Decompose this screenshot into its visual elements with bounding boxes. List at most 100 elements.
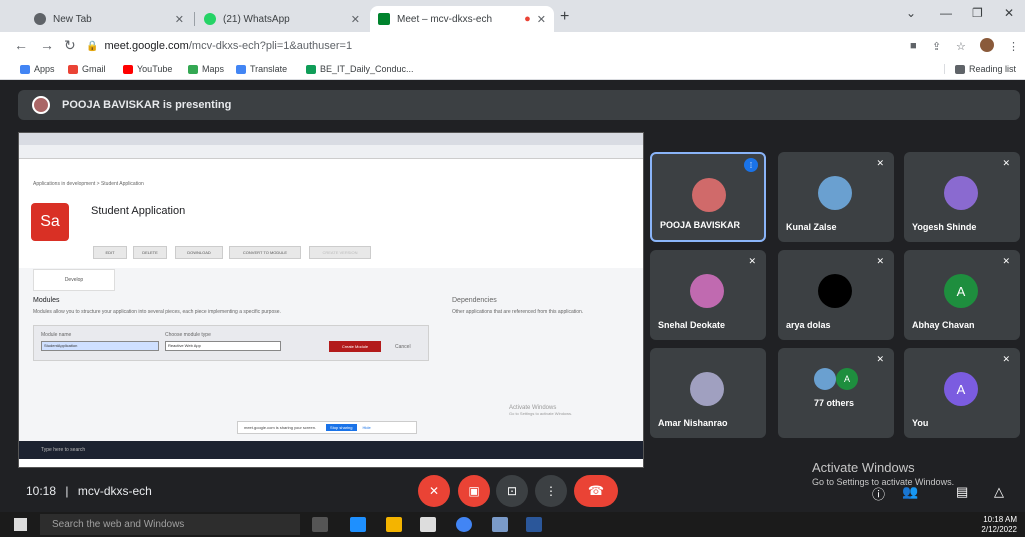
taskbar-search-input[interactable]: Search the web and Windows [40, 514, 300, 535]
bookmark-star-icon[interactable]: ☆ [956, 40, 966, 53]
bookmark-youtube[interactable]: YouTube [123, 64, 172, 74]
camera-icon[interactable]: ■ [910, 40, 917, 52]
avatar [690, 372, 724, 406]
word-icon[interactable] [526, 517, 542, 532]
avatar: A [944, 274, 978, 308]
mic-muted-icon: ✕ [1002, 354, 1010, 364]
back-icon[interactable]: ← [14, 37, 28, 53]
bookmark-be-it[interactable]: BE_IT_Daily_Conduc... [306, 64, 414, 74]
restore-button[interactable]: ❐ [972, 6, 983, 20]
mic-muted-icon: ✕ [876, 158, 884, 168]
mic-muted-icon: ✕ [1002, 158, 1010, 168]
tab-whatsapp[interactable]: (21) WhatsApp ✕ [196, 6, 368, 32]
avatar: A [836, 368, 858, 390]
reading-list[interactable]: Reading list [944, 64, 1016, 74]
app-logo: Sa [31, 203, 69, 241]
meeting-code: mcv-dkxs-ech [77, 484, 152, 498]
participant-name: Abhay Chavan [912, 320, 975, 330]
reading-list-icon [955, 64, 965, 74]
shared-sharing-text: meet.google.com is sharing your screen. [244, 425, 317, 430]
minimize-button[interactable]: — [940, 6, 952, 20]
tab-new-tab[interactable]: New Tab ✕ [26, 6, 192, 32]
shared-download-button: DOWNLOAD [175, 246, 223, 259]
close-icon[interactable]: ✕ [537, 13, 546, 26]
present-screen-button[interactable]: ⊡ [496, 475, 528, 507]
url-input[interactable]: 🔒 meet.google.com /mcv-dkxs-ech?pli=1&au… [86, 35, 896, 57]
close-icon[interactable]: ✕ [351, 13, 360, 26]
participant-tile-amar[interactable]: Amar Nishanrao [650, 348, 766, 438]
shared-taskbar-search: Type here to search [41, 447, 86, 453]
info-icon[interactable]: ⓘ [872, 484, 885, 503]
shared-dependencies-desc: Other applications that are referenced f… [452, 309, 584, 315]
tab-label: (21) WhatsApp [223, 13, 290, 25]
participant-tile-kunal[interactable]: ✕ Kunal Zalse [778, 152, 894, 242]
participant-tile-pooja[interactable]: ⁞ POOJA BAVISKAR [650, 152, 766, 242]
speaking-indicator-icon: ⁞ [744, 158, 758, 172]
bookmark-label: Maps [202, 64, 225, 74]
file-explorer-icon[interactable] [386, 517, 402, 532]
menu-icon[interactable]: ⋮ [1008, 40, 1019, 53]
windows-taskbar: Search the web and Windows 10:18 AM 2/12… [0, 512, 1025, 537]
meet-icon [378, 13, 390, 25]
chat-icon[interactable]: ▤ [956, 484, 968, 500]
bookmark-translate[interactable]: Translate [236, 64, 287, 74]
camera-toggle-button[interactable]: ▣ [458, 475, 490, 507]
store-icon[interactable] [420, 517, 436, 532]
more-options-button[interactable]: ⋮ [535, 475, 567, 507]
maps-pin-icon [188, 64, 198, 74]
shared-screen: Applications in development > Student Ap… [18, 132, 644, 468]
activities-icon[interactable]: △ [994, 484, 1004, 500]
share-icon[interactable]: ⇪ [932, 40, 941, 53]
task-view-icon[interactable] [312, 517, 328, 532]
tab-meet[interactable]: Meet – mcv-dkxs-ech ● ✕ [370, 6, 554, 32]
chrome-icon [34, 13, 46, 25]
participant-name: arya dolas [786, 320, 831, 330]
whatsapp-icon [204, 13, 216, 25]
participant-name: Yogesh Shinde [912, 222, 977, 232]
tab-label: Meet – mcv-dkxs-ech [397, 13, 493, 25]
mic-muted-icon: ✕ [748, 256, 756, 266]
forward-icon[interactable]: → [40, 37, 54, 53]
participant-tile-others[interactable]: ✕ A 77 others [778, 348, 894, 438]
participant-tile-you[interactable]: ✕ A You [904, 348, 1020, 438]
participant-tile-yogesh[interactable]: ✕ Yogesh Shinde [904, 152, 1020, 242]
mic-toggle-button[interactable]: ✕ [418, 475, 450, 507]
participant-tile-arya[interactable]: ✕ arya dolas [778, 250, 894, 340]
people-icon[interactable]: 👥 [902, 484, 918, 500]
shared-edit-button: EDIT [93, 246, 127, 259]
bookmark-apps[interactable]: Apps [20, 64, 55, 74]
chrome-icon[interactable] [456, 517, 472, 532]
youtube-icon [123, 64, 133, 74]
close-icon[interactable]: ✕ [175, 13, 184, 26]
sheets-icon [306, 64, 316, 74]
presenter-avatar [32, 96, 50, 114]
tab-divider [194, 12, 195, 26]
app-icon[interactable] [492, 517, 508, 532]
activate-title: Activate Windows [812, 460, 915, 475]
shared-create-module-button: Create Module [329, 341, 381, 352]
shared-module-type-select: Reactive Web App [165, 341, 281, 351]
bookmark-label: Reading list [969, 64, 1017, 74]
shared-modules-heading: Modules [33, 297, 60, 304]
shared-browser-tabs [19, 133, 643, 145]
leave-call-button[interactable]: ☎ [574, 475, 618, 507]
profile-avatar[interactable] [980, 38, 994, 52]
new-tab-button[interactable]: + [560, 8, 569, 26]
system-clock[interactable]: 10:18 AM 2/12/2022 [981, 515, 1017, 535]
edge-icon[interactable] [350, 517, 366, 532]
tab-search-icon[interactable]: ⌄ [906, 6, 916, 20]
separator: | [65, 484, 69, 498]
participant-tile-abhay[interactable]: ✕ A Abhay Chavan [904, 250, 1020, 340]
url-path: /mcv-dkxs-ech?pli=1&authuser=1 [188, 40, 353, 52]
close-window-button[interactable]: ✕ [1004, 6, 1014, 20]
bookmark-gmail[interactable]: Gmail [68, 64, 106, 74]
reload-icon[interactable]: ↻ [64, 37, 76, 54]
bookmark-maps[interactable]: Maps [188, 64, 224, 74]
participant-name: Kunal Zalse [786, 222, 837, 232]
windows-start-icon[interactable] [14, 518, 27, 531]
mic-muted-icon: ✕ [1002, 256, 1010, 266]
participant-tile-snehal[interactable]: ✕ Snehal Deokate [650, 250, 766, 340]
shared-app-title: Student Application [91, 205, 186, 217]
shared-breadcrumb: Applications in development > Student Ap… [33, 181, 144, 187]
shared-hide-button: Hide [362, 425, 371, 430]
